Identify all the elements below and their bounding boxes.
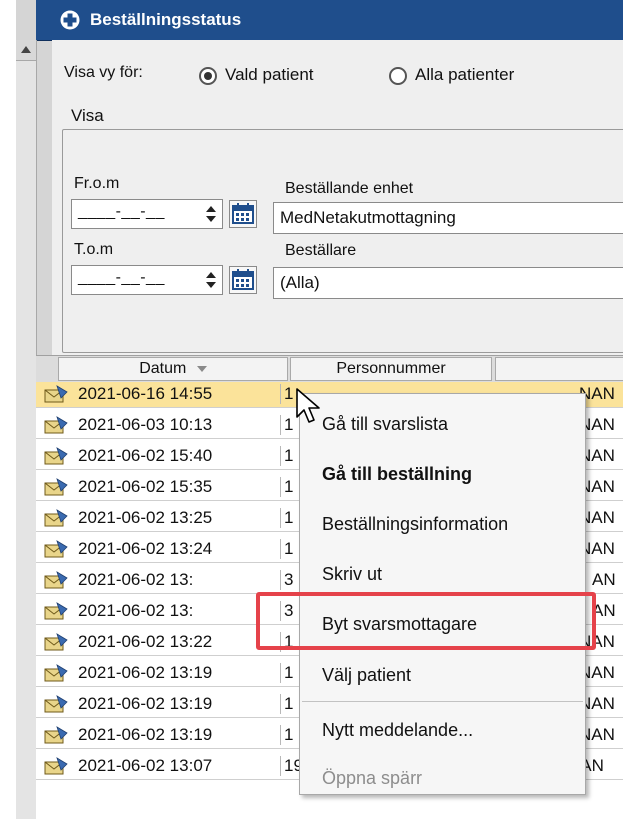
envelope-icon [44, 726, 68, 744]
radio-on-icon [199, 67, 217, 85]
row-date: 2021-06-02 13:24 [78, 539, 213, 558]
row-date: 2021-06-02 13:07 [78, 756, 213, 775]
highlight-annotation [256, 592, 596, 650]
column-header-personnummer[interactable]: Personnummer [290, 357, 492, 381]
envelope-icon [44, 540, 68, 558]
row-personnummer: 1 [280, 415, 293, 435]
ordering-unit-select[interactable]: MedNetakutmottagning [273, 202, 623, 234]
menu-item-open-lock: Öppna spärr [322, 768, 423, 788]
to-date-input[interactable]: ____-__-__ [71, 265, 223, 295]
row-date: 2021-06-02 13:25 [78, 508, 213, 527]
vertical-scrollbar[interactable] [16, 40, 37, 819]
row-date: 2021-06-02 15:35 [78, 477, 213, 496]
row-personnummer: 1 [280, 508, 293, 528]
row-personnummer: 1 [280, 694, 293, 714]
row-personnummer: 1 [280, 539, 293, 559]
envelope-icon [44, 757, 68, 775]
row-personnummer: 1 [280, 725, 293, 745]
radio-off-icon [389, 67, 407, 85]
row-date: 2021-06-02 15:40 [78, 446, 213, 465]
filter-panel: Visa vy för: Vald patient Alla patienter… [52, 40, 623, 355]
orderer-label: Beställare [285, 242, 357, 259]
row-name: AN [592, 570, 616, 589]
menu-item-select-patient[interactable]: Välj patient [322, 665, 411, 686]
sort-desc-icon [196, 365, 207, 372]
envelope-icon [44, 633, 68, 651]
envelope-icon [44, 385, 68, 403]
from-date-label: Fr.o.m [74, 175, 120, 192]
menu-item-order-information[interactable]: Beställningsinformation [322, 514, 508, 535]
row-personnummer: 1 [280, 663, 293, 683]
mouse-cursor-icon [296, 388, 320, 423]
to-calendar-icon[interactable] [229, 266, 257, 294]
visa-group-box [62, 129, 623, 353]
envelope-icon [44, 447, 68, 465]
row-date: 2021-06-03 10:13 [78, 415, 213, 434]
row-personnummer: 1 [280, 477, 293, 497]
column-header-datum[interactable]: Datum [58, 357, 288, 381]
ordering-unit-label: Beställande enhet [285, 180, 414, 197]
envelope-icon [44, 416, 68, 434]
envelope-icon [44, 602, 68, 620]
window-titlebar: Beställningsstatus [36, 0, 623, 41]
menu-item-new-message[interactable]: Nytt meddelande... [322, 720, 473, 741]
row-date: 2021-06-02 13:19 [78, 663, 213, 682]
table-header: Datum Personnummer [36, 355, 623, 382]
column-header-empty[interactable] [495, 357, 623, 381]
envelope-icon [44, 664, 68, 682]
view-for-label: Visa vy för: [64, 64, 143, 81]
spinner-icon[interactable] [206, 204, 216, 224]
row-date: 2021-06-02 13:19 [78, 725, 213, 744]
menu-separator [302, 701, 583, 702]
menu-item-go-to-order[interactable]: Gå till beställning [322, 464, 472, 485]
row-date: 2021-06-02 13: [78, 601, 194, 620]
window-title: Beställningsstatus [90, 10, 242, 29]
to-date-label: T.o.m [74, 241, 114, 258]
row-personnummer: 1 [280, 384, 293, 404]
spinner-icon[interactable] [206, 270, 216, 290]
scroll-up-arrow-icon[interactable] [16, 40, 36, 61]
menu-item-go-to-answer-list[interactable]: Gå till svarslista [322, 414, 448, 435]
orderer-select[interactable]: (Alla) [273, 267, 623, 299]
envelope-icon [44, 695, 68, 713]
visa-group-title: Visa [66, 106, 109, 126]
from-calendar-icon[interactable] [229, 200, 257, 228]
row-personnummer: 1 [280, 446, 293, 466]
envelope-icon [44, 509, 68, 527]
menu-item-print[interactable]: Skriv ut [322, 564, 382, 585]
from-date-input[interactable]: ____-__-__ [71, 199, 223, 229]
row-date: 2021-06-02 13:22 [78, 632, 213, 651]
envelope-icon [44, 571, 68, 589]
row-date: 2021-06-02 13: [78, 570, 194, 589]
row-date: 2021-06-16 14:55 [78, 384, 213, 403]
envelope-icon [44, 478, 68, 496]
row-date: 2021-06-02 13:19 [78, 694, 213, 713]
medical-cross-icon [60, 10, 80, 30]
